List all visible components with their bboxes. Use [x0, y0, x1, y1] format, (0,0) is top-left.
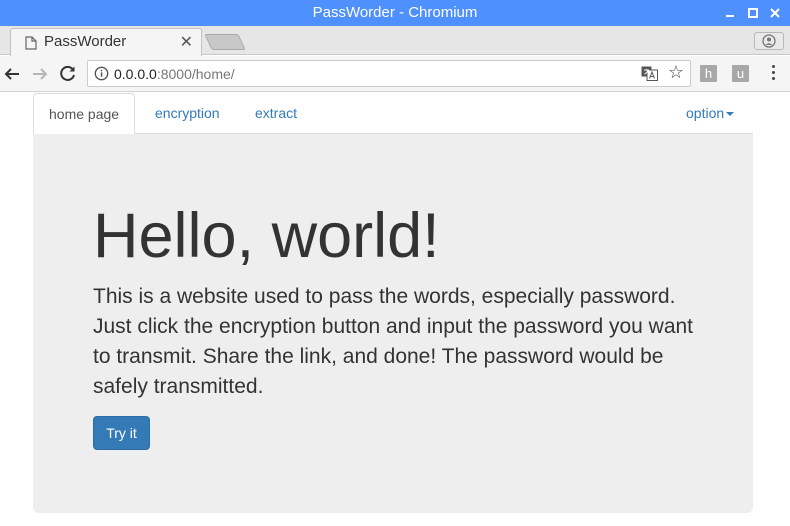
page-icon	[25, 36, 37, 50]
page-content: home page encryption extract option Hell…	[0, 93, 790, 526]
profile-button[interactable]	[754, 32, 784, 50]
tab-strip: PassWorder ✕	[0, 26, 790, 56]
tab-close-icon[interactable]: ✕	[180, 32, 193, 52]
url-text[interactable]: 0.0.0.0:8000/home/	[114, 66, 235, 82]
hero-text: This is a website used to pass the words…	[93, 285, 694, 398]
jumbotron: Hello, world! This is a website used to …	[33, 134, 753, 513]
browser-toolbar: 0.0.0.0:8000/home/ ☆ h u	[0, 56, 790, 92]
hero-heading: Hello, world!	[93, 201, 440, 271]
new-tab-button[interactable]	[204, 34, 246, 50]
translate-icon[interactable]	[641, 66, 658, 81]
option-label: option	[686, 105, 725, 121]
extension-h-icon[interactable]: h	[700, 65, 717, 82]
tab-encryption[interactable]: encryption	[140, 93, 235, 134]
bookmark-star-icon[interactable]: ☆	[668, 62, 684, 83]
caret-down-icon	[726, 112, 735, 117]
nav-tabs: home page encryption extract option	[33, 93, 753, 135]
tab-extract[interactable]: extract	[240, 93, 312, 134]
minimize-icon	[726, 15, 734, 17]
browser-tab[interactable]: PassWorder ✕	[10, 28, 202, 56]
address-bar[interactable]: 0.0.0.0:8000/home/ ☆	[87, 60, 691, 87]
forward-arrow-icon[interactable]	[30, 64, 50, 84]
url-path: :8000/home/	[156, 66, 235, 82]
window-title: PassWorder - Chromium	[312, 4, 478, 21]
url-host: 0.0.0.0	[114, 66, 157, 82]
tab-home-page[interactable]: home page	[33, 93, 136, 135]
menu-icon[interactable]	[766, 65, 780, 83]
back-arrow-icon[interactable]	[2, 64, 22, 84]
maximize-icon	[748, 8, 758, 18]
person-icon	[762, 34, 776, 48]
window-titlebar: PassWorder - Chromium	[0, 0, 790, 26]
close-icon	[770, 8, 780, 18]
minimize-button[interactable]	[721, 4, 739, 22]
info-icon[interactable]	[94, 66, 109, 81]
try-it-button[interactable]: Try it	[93, 416, 150, 450]
extension-u-icon[interactable]: u	[732, 65, 749, 82]
option-dropdown[interactable]: option	[671, 93, 749, 134]
close-window-button[interactable]	[766, 4, 784, 22]
maximize-button[interactable]	[744, 4, 762, 22]
tab-title: PassWorder	[44, 33, 127, 50]
reload-icon[interactable]	[58, 64, 78, 84]
